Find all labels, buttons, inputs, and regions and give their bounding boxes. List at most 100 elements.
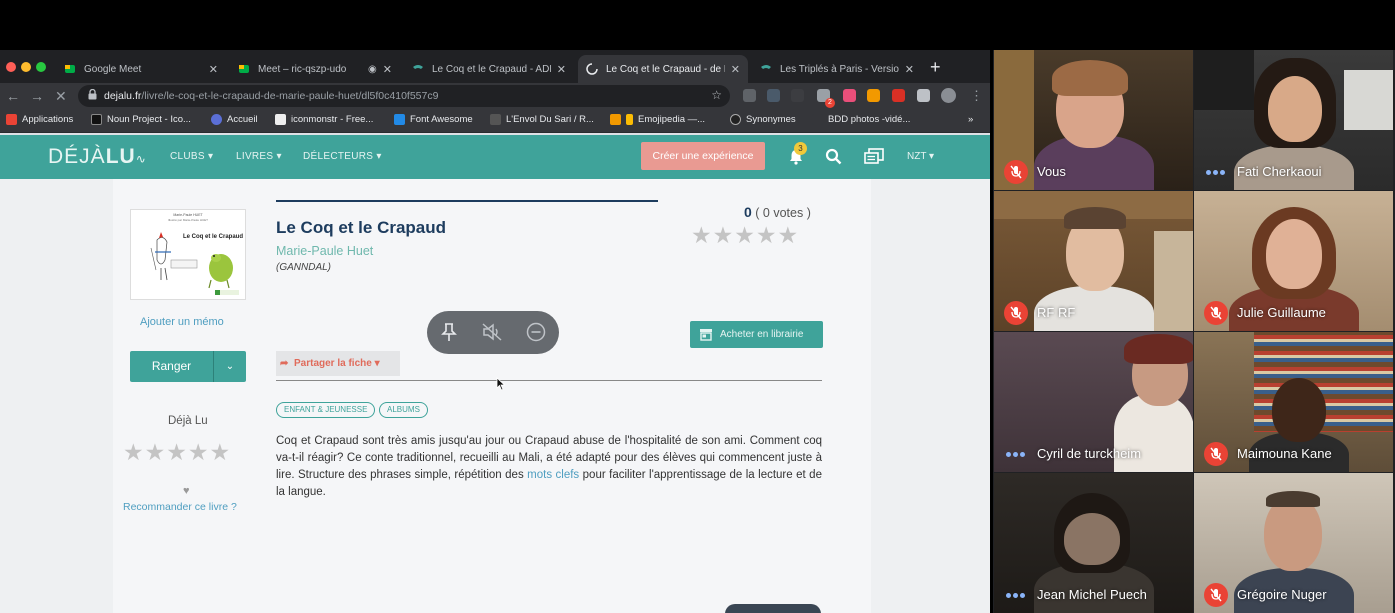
heartbeat-icon: ∿ xyxy=(135,152,147,166)
pin-icon[interactable] xyxy=(441,322,457,342)
avatar[interactable] xyxy=(941,88,956,103)
close-window-button[interactable] xyxy=(6,62,16,72)
tab-triples[interactable]: Les Triplés à Paris - Version ✕ xyxy=(752,55,922,83)
tab-google-meet[interactable]: Google Meet ✕ xyxy=(56,55,226,83)
book-cover[interactable]: Marie-Paule HUET Illustré par Marie-Paul… xyxy=(130,209,246,300)
messages-icon[interactable] xyxy=(864,148,884,166)
ranger-button[interactable]: Ranger xyxy=(130,351,214,382)
bookmark-applications[interactable]: Applications xyxy=(6,114,73,125)
tab-meet-call[interactable]: Meet – ric-qszp-udo ◉ ✕ xyxy=(230,55,400,83)
star-icon[interactable]: ★ xyxy=(123,439,145,465)
bookmark-noun-project[interactable]: Noun Project - Ico... xyxy=(91,114,191,125)
dejalu-logo[interactable]: DÉJÀLU∿ xyxy=(48,145,147,169)
tag-albums[interactable]: ALBUMS xyxy=(379,402,428,418)
meet-icon xyxy=(238,63,250,75)
logo-text: DÉJÀ xyxy=(48,145,106,168)
bookmarks-overflow-button[interactable]: » xyxy=(968,114,973,125)
participant-tile[interactable]: Grégoire Nuger xyxy=(1194,473,1393,613)
participant-name: Jean Michel Puech xyxy=(1037,587,1147,602)
forward-icon[interactable]: → xyxy=(30,87,44,105)
book-card: Marie-Paule HUET Illustré par Marie-Paul… xyxy=(113,179,871,613)
scroll-button[interactable] xyxy=(725,604,821,613)
caret-down-icon: ▾ xyxy=(207,151,214,162)
cover-author: Marie-Paule HUET xyxy=(173,213,203,217)
book-description: Coq et Crapaud sont très amis jusqu'au j… xyxy=(276,433,822,501)
vote-score: 0 xyxy=(744,204,752,220)
dropbox-extension-icon[interactable] xyxy=(767,89,780,102)
participant-tile[interactable]: Julie Guillaume xyxy=(1194,191,1393,331)
participant-tile[interactable]: Jean Michel Puech xyxy=(994,473,1193,613)
drive-extension-icon[interactable] xyxy=(743,89,756,102)
star-icon[interactable]: ★ xyxy=(145,439,167,465)
more-menu-icon[interactable]: ⋮ xyxy=(970,87,983,105)
back-icon[interactable]: ← xyxy=(6,87,20,105)
book-title: Le Coq et le Crapaud xyxy=(276,218,447,237)
nav-delecteurs[interactable]: DÉLECTEURS ▾ xyxy=(303,151,382,162)
vote-summary: 0 ( 0 votes ) xyxy=(744,204,811,220)
bookmark-font-awesome[interactable]: Font Awesome xyxy=(394,114,473,125)
close-tab-icon[interactable]: ✕ xyxy=(557,63,566,76)
address-bar[interactable]: dejalu.fr/livre/le-coq-et-le-crapaud-de-… xyxy=(78,85,730,107)
logo-text-bold: LU xyxy=(105,145,136,168)
nav-livres[interactable]: LIVRES ▾ xyxy=(236,151,282,162)
participant-tile[interactable]: Vous xyxy=(994,50,1193,190)
new-tab-button[interactable]: + xyxy=(930,58,941,76)
my-rating-stars[interactable]: ★★★★★ xyxy=(123,439,231,466)
recommend-link[interactable]: Recommander ce livre ? xyxy=(123,501,237,513)
close-tab-icon[interactable]: ✕ xyxy=(383,63,392,76)
chevron-down-icon[interactable]: ⌄ xyxy=(214,351,246,382)
bookmark-iconmonstr[interactable]: iconmonstr - Free... xyxy=(275,114,373,125)
bookmark-envol-du-sari[interactable]: L'Envol Du Sari / R... xyxy=(490,114,594,125)
add-memo-link[interactable]: Ajouter un mémo xyxy=(140,316,224,328)
cover-illustrator: Illustré par Marie-Paule HUET xyxy=(168,218,208,222)
bookmark-accueil[interactable]: Accueil xyxy=(211,114,258,125)
book-author[interactable]: Marie-Paule Huet xyxy=(276,244,373,258)
language-selector[interactable]: NZT ▾ xyxy=(907,151,934,162)
bookmark-label: iconmonstr - Free... xyxy=(291,114,374,125)
bookmark-star-icon[interactable]: ☆ xyxy=(711,88,722,102)
extension-icon[interactable] xyxy=(791,89,804,102)
minimize-window-button[interactable] xyxy=(21,62,31,72)
bookmark-bdd-photos[interactable]: BDD photos -vidé... xyxy=(812,114,910,125)
close-tab-icon[interactable]: ✕ xyxy=(731,63,740,76)
participant-name: Fati Cherkaoui xyxy=(1237,164,1322,179)
tool-extension-icon[interactable] xyxy=(867,89,880,102)
star-icon[interactable]: ★ xyxy=(166,439,188,465)
bookmark-synonymes[interactable]: Synonymes xyxy=(730,114,796,125)
close-tab-icon[interactable]: ✕ xyxy=(209,63,218,76)
tab-adif[interactable]: Le Coq et le Crapaud - ADIF ✕ xyxy=(404,55,574,83)
maximize-window-button[interactable] xyxy=(36,62,46,72)
tab-dejalu-active[interactable]: Le Coq et le Crapaud - de M ✕ xyxy=(578,55,748,83)
share-button[interactable]: ➦ Partager la fiche ▾ xyxy=(276,351,400,376)
nav-clubs[interactable]: CLUBS ▾ xyxy=(170,151,213,162)
bookmark-label: Emojipedia —... xyxy=(638,114,706,125)
buy-in-bookstore-button[interactable]: Acheter en librairie xyxy=(690,321,823,348)
participant-name: RF RF xyxy=(1037,305,1076,320)
tag-enfant-jeunesse[interactable]: ENFANT & JEUNESSE xyxy=(276,402,376,418)
bookmark-emojipedia[interactable]: Emojipedia —... xyxy=(610,114,705,125)
remove-icon[interactable] xyxy=(526,322,546,342)
record-indicator-icon: ◉ xyxy=(368,63,377,75)
close-tab-icon[interactable]: ✕ xyxy=(905,63,914,76)
lang-label: NZT xyxy=(907,151,927,162)
nav-label: CLUBS xyxy=(170,151,205,162)
mute-icon[interactable] xyxy=(482,323,502,341)
tab-bar: Google Meet ✕ Meet – ric-qszp-udo ◉ ✕ Le… xyxy=(0,50,990,83)
bookmark-label: Synonymes xyxy=(746,114,796,125)
star-icon[interactable]: ★ xyxy=(210,439,232,465)
participant-tile[interactable]: RF RF xyxy=(994,191,1193,331)
mic-off-icon xyxy=(1204,583,1228,607)
star-icon[interactable]: ★ xyxy=(188,439,210,465)
description-keyword: mots clefs xyxy=(527,469,580,481)
participant-name: Grégoire Nuger xyxy=(1237,587,1327,602)
participant-tile[interactable]: Maimouna Kane xyxy=(1194,332,1393,472)
participant-tile[interactable]: Cyril de turckheim xyxy=(994,332,1193,472)
stop-loading-icon[interactable]: ✕ xyxy=(55,87,67,105)
participant-tile[interactable]: Fati Cherkaoui xyxy=(1194,50,1393,190)
search-icon[interactable] xyxy=(825,148,842,165)
create-experience-button[interactable]: Créer une expérience xyxy=(641,142,765,170)
puzzle-extensions-icon[interactable] xyxy=(917,89,930,102)
tab-label: Le Coq et le Crapaud - ADIF xyxy=(432,63,551,75)
red-extension-icon[interactable] xyxy=(892,89,905,102)
cross-extension-icon[interactable] xyxy=(843,89,856,102)
